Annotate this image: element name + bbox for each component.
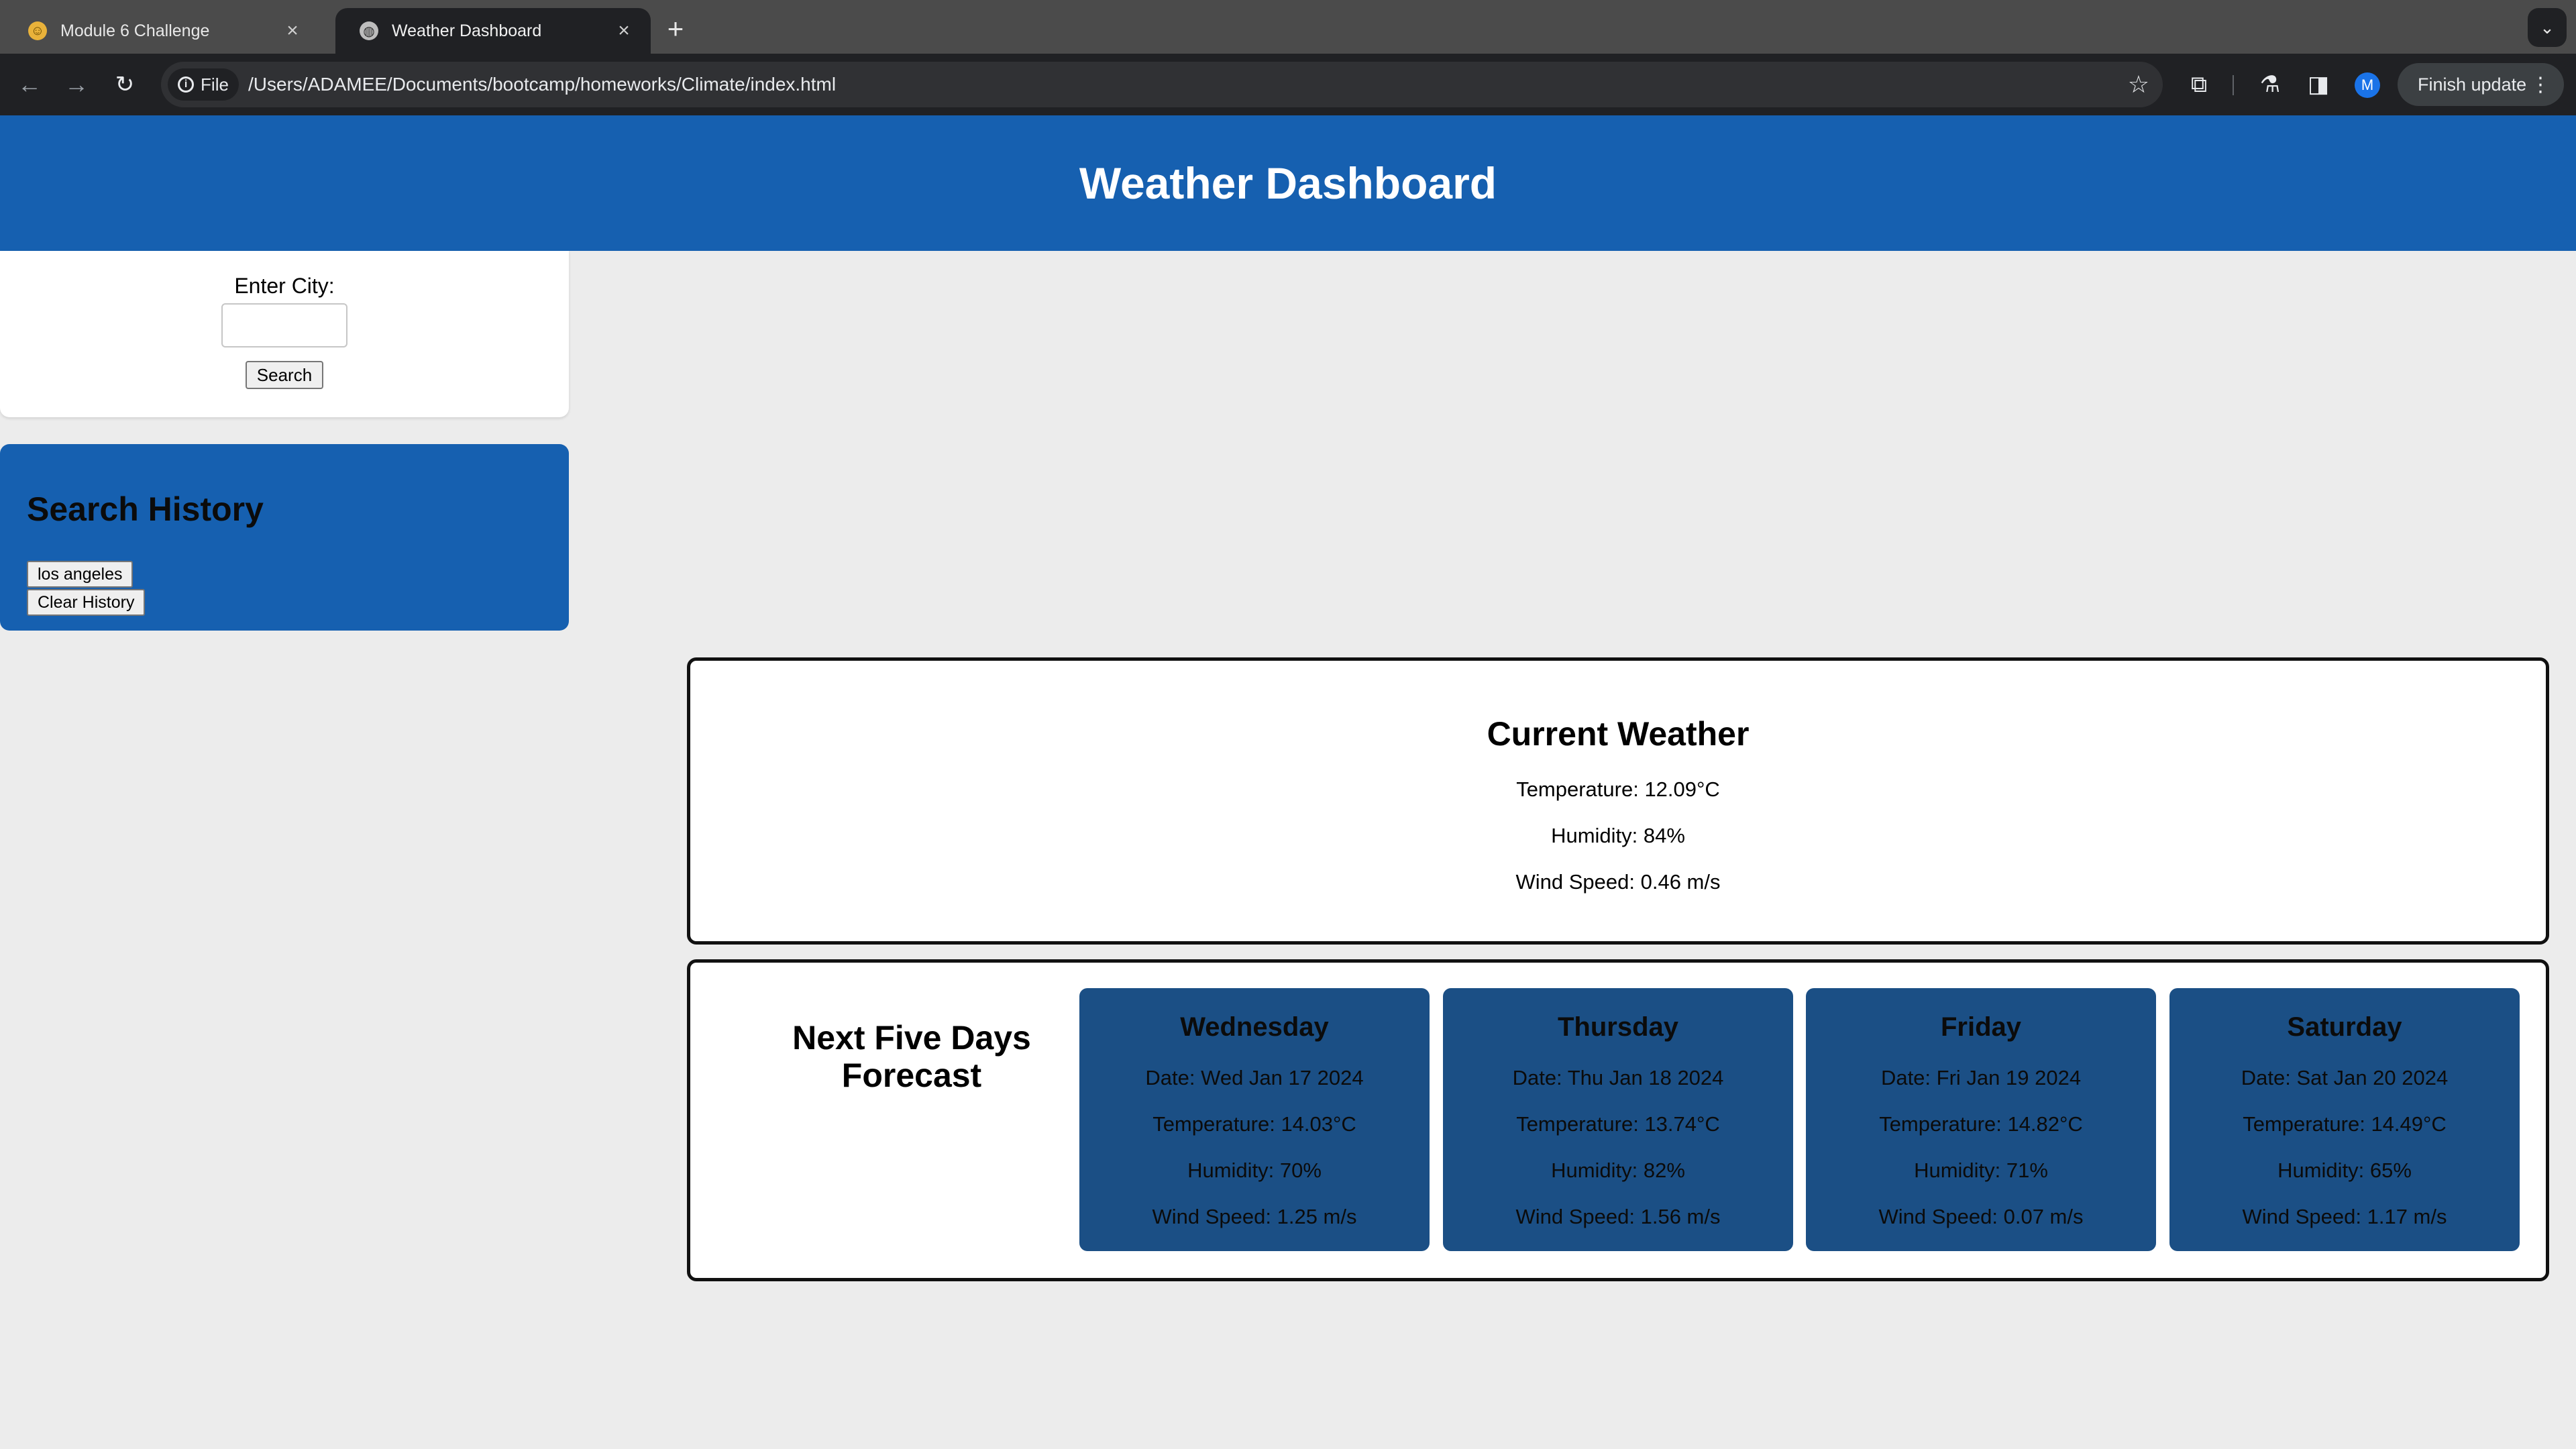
- history-item-button[interactable]: los angeles: [27, 561, 133, 588]
- close-icon[interactable]: ×: [279, 19, 306, 42]
- page-title: Weather Dashboard: [1079, 158, 1497, 208]
- current-temperature: Temperature: 12.09°C: [1516, 777, 1720, 801]
- day-name: Saturday: [2287, 1012, 2402, 1042]
- more-vertical-icon: ⋮: [2530, 73, 2551, 96]
- search-history-title: Search History: [27, 490, 264, 528]
- day-name: Thursday: [1557, 1012, 1679, 1042]
- tab-strip: ☺ Module 6 Challenge × ◍ Weather Dashboa…: [0, 0, 2576, 54]
- day-humidity: Humidity: 82%: [1551, 1159, 1685, 1182]
- day-date: Date: Sat Jan 20 2024: [2241, 1066, 2449, 1089]
- profile-avatar[interactable]: M: [2355, 72, 2380, 98]
- forecast-title: Next Five Days Forecast: [792, 1019, 1031, 1094]
- globe-icon: ◍: [360, 21, 378, 40]
- day-date: Date: Wed Jan 17 2024: [1145, 1066, 1364, 1089]
- day-humidity: Humidity: 71%: [1914, 1159, 2048, 1182]
- site-favicon-icon: ☺: [28, 21, 47, 40]
- tab-title: Weather Dashboard: [392, 21, 542, 40]
- search-button[interactable]: Search: [246, 361, 323, 389]
- day-date: Date: Thu Jan 18 2024: [1512, 1066, 1724, 1089]
- finish-update-label: Finish update: [2418, 74, 2527, 95]
- info-icon: i: [178, 76, 195, 93]
- day-temperature: Temperature: 14.03°C: [1152, 1112, 1356, 1136]
- forecast-day-card: Wednesday Date: Wed Jan 17 2024 Temperat…: [1079, 988, 1430, 1251]
- url-text[interactable]: /Users/ADAMEE/Documents/bootcamp/homewor…: [248, 62, 836, 107]
- day-name: Friday: [1940, 1012, 2022, 1042]
- day-humidity: Humidity: 65%: [2277, 1159, 2412, 1182]
- side-panel-icon[interactable]: ◨: [2300, 66, 2337, 103]
- forecast-day-card: Thursday Date: Thu Jan 18 2024 Temperatu…: [1443, 988, 1793, 1251]
- toolbar-divider: [2233, 75, 2234, 95]
- forward-arrow-icon[interactable]: →: [58, 66, 95, 103]
- reload-icon[interactable]: ↻: [106, 66, 144, 103]
- city-input[interactable]: [221, 303, 347, 347]
- day-wind-speed: Wind Speed: 1.25 m/s: [1152, 1205, 1357, 1228]
- day-temperature: Temperature: 13.74°C: [1516, 1112, 1720, 1136]
- day-wind-speed: Wind Speed: 1.56 m/s: [1515, 1205, 1721, 1228]
- search-panel: Enter City: Search: [0, 251, 569, 417]
- forecast-day-card: Saturday Date: Sat Jan 20 2024 Temperatu…: [2169, 988, 2520, 1251]
- forecast-day-card: Friday Date: Fri Jan 19 2024 Temperature…: [1806, 988, 2156, 1251]
- back-arrow-icon[interactable]: ←: [11, 66, 48, 103]
- day-date: Date: Fri Jan 19 2024: [1880, 1066, 2082, 1089]
- browser-toolbar: ← → ↻ i File /Users/ADAMEE/Documents/boo…: [0, 54, 2576, 115]
- day-temperature: Temperature: 14.49°C: [2243, 1112, 2447, 1136]
- extensions-puzzle-icon[interactable]: ⧉: [2180, 66, 2218, 103]
- day-wind-speed: Wind Speed: 1.17 m/s: [2242, 1205, 2447, 1228]
- current-wind-speed: Wind Speed: 0.46 m/s: [1515, 870, 1721, 894]
- close-icon[interactable]: ×: [610, 19, 637, 42]
- address-bar[interactable]: i File /Users/ADAMEE/Documents/bootcamp/…: [161, 62, 2163, 107]
- labs-flask-icon[interactable]: ⚗: [2251, 66, 2289, 103]
- current-weather-title: Current Weather: [1487, 715, 1750, 753]
- day-temperature: Temperature: 14.82°C: [1879, 1112, 2083, 1136]
- city-label: Enter City:: [234, 274, 335, 298]
- site-info-chip[interactable]: i File: [168, 68, 239, 101]
- search-history-panel: Search History los angeles Clear History: [0, 444, 569, 631]
- tab-search-chevron-down-icon[interactable]: ⌄: [2528, 8, 2567, 47]
- bookmark-star-icon[interactable]: ☆: [2128, 62, 2149, 107]
- tab-title: Module 6 Challenge: [60, 21, 210, 40]
- tab-weather-dashboard[interactable]: ◍ Weather Dashboard ×: [335, 8, 651, 54]
- day-humidity: Humidity: 70%: [1187, 1159, 1322, 1182]
- current-weather-card: Current Weather Temperature: 12.09°C Hum…: [687, 657, 2549, 945]
- day-wind-speed: Wind Speed: 0.07 m/s: [1878, 1205, 2084, 1228]
- tab-module-6-challenge[interactable]: ☺ Module 6 Challenge ×: [4, 8, 319, 54]
- page-header: Weather Dashboard: [0, 115, 2576, 251]
- finish-update-button[interactable]: Finish update ⋮: [2398, 63, 2564, 106]
- forecast-section: Next Five Days Forecast Wednesday Date: …: [687, 959, 2549, 1281]
- clear-history-button[interactable]: Clear History: [27, 589, 146, 616]
- new-tab-plus-icon[interactable]: +: [659, 12, 692, 46]
- site-chip-label: File: [201, 74, 229, 95]
- day-name: Wednesday: [1180, 1012, 1329, 1042]
- current-humidity: Humidity: 84%: [1551, 824, 1685, 847]
